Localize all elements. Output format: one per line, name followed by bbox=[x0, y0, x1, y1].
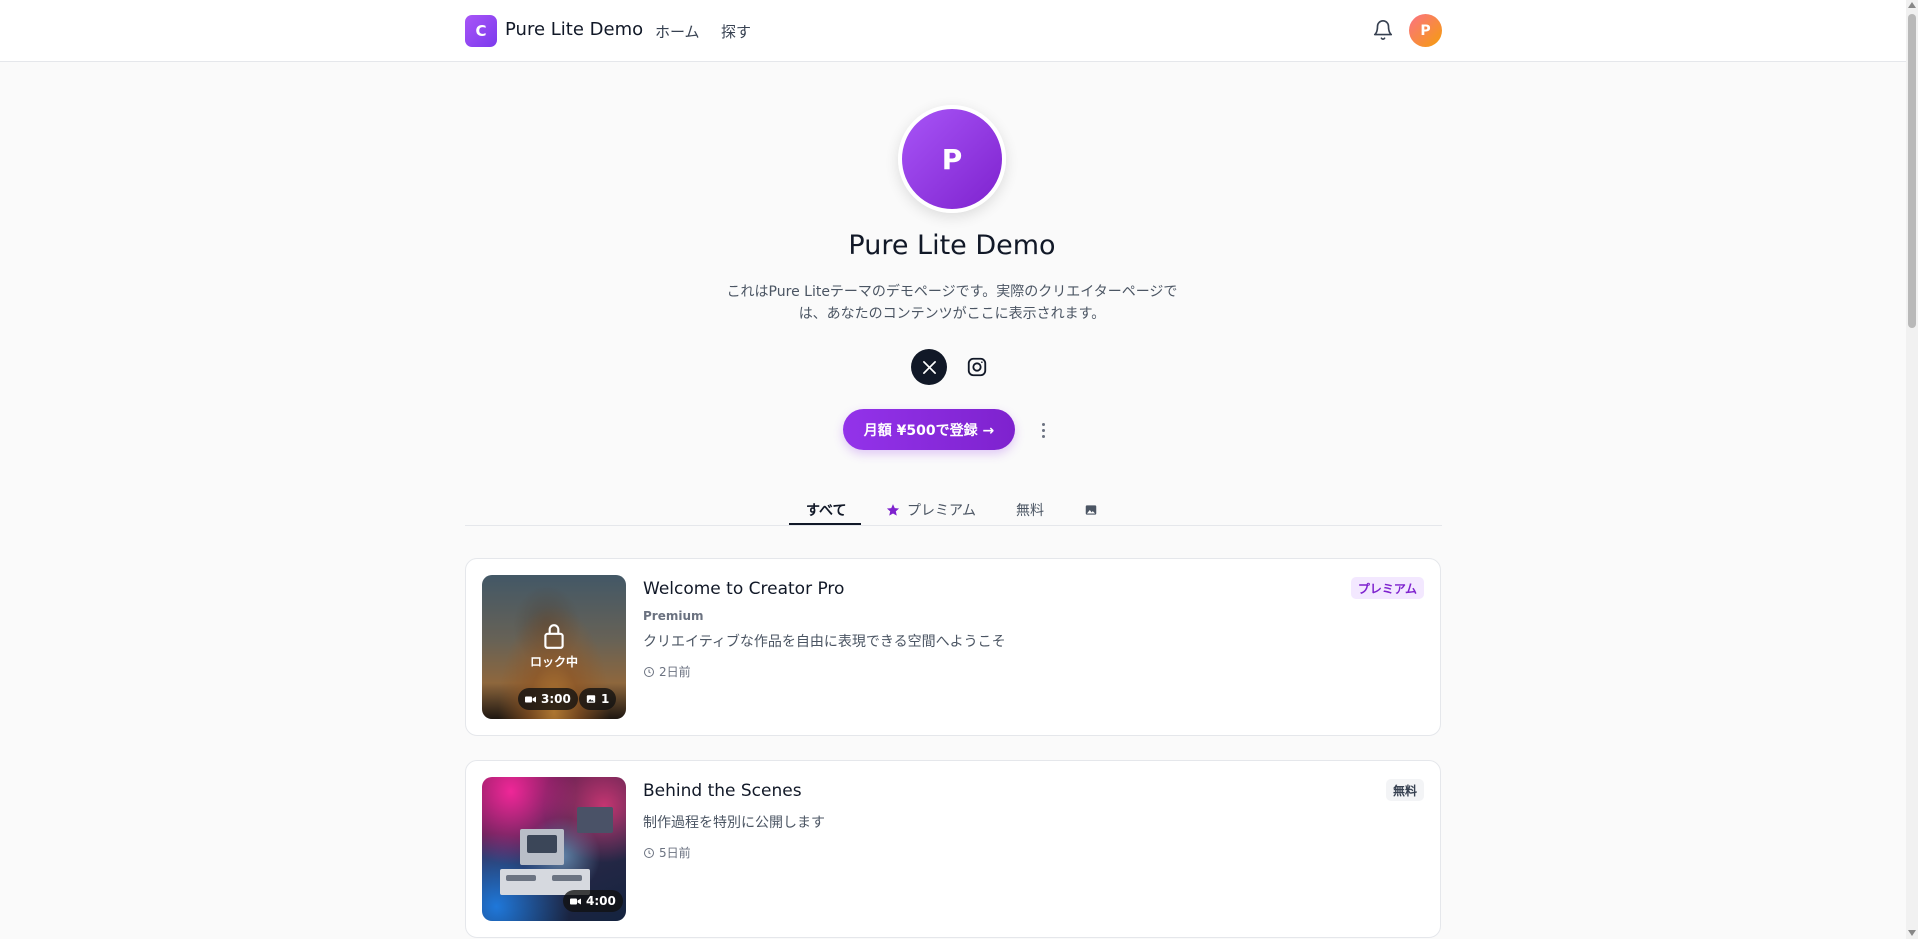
image-icon bbox=[1085, 505, 1097, 515]
post-thumbnail: ロック中 3:00 1 bbox=[482, 575, 626, 719]
tab-premium[interactable]: プレミアム bbox=[886, 495, 976, 525]
post-title[interactable]: Behind the Scenes bbox=[643, 781, 802, 801]
instagram-social-link[interactable] bbox=[959, 349, 995, 385]
x-social-link[interactable] bbox=[911, 349, 947, 385]
more-options-icon[interactable] bbox=[1036, 419, 1050, 441]
bell-icon[interactable] bbox=[1372, 19, 1394, 41]
logo-icon[interactable]: C bbox=[465, 15, 497, 47]
post-description: クリエイティブな作品を自由に表現できる空間へようこそ bbox=[643, 634, 1006, 650]
nav-explore-link[interactable]: 探す bbox=[721, 21, 751, 42]
tab-all[interactable]: すべて bbox=[806, 495, 846, 525]
scrollbar-thumb[interactable] bbox=[1908, 14, 1916, 328]
profile-avatar-initial: P bbox=[941, 142, 963, 176]
subscribe-button[interactable]: 月額 ¥500で登録 → bbox=[843, 409, 1015, 450]
image-icon bbox=[586, 695, 596, 703]
post-time: 5日前 bbox=[643, 844, 691, 861]
profile-description: これはPure Liteテーマのデモページです。実際のクリエイターページでは、あ… bbox=[726, 284, 1178, 322]
image-count-pill: 1 bbox=[579, 688, 617, 710]
video-duration: 4:00 bbox=[586, 894, 616, 908]
active-tab-indicator bbox=[789, 523, 861, 525]
post-card[interactable]: 4:00 Behind the Scenes 制作過程を特別に公開します 5日前… bbox=[465, 760, 1441, 938]
star-icon bbox=[886, 504, 900, 516]
site-title[interactable]: Pure Lite Demo bbox=[505, 19, 643, 40]
post-thumbnail: 4:00 bbox=[482, 777, 626, 921]
video-camera-icon bbox=[525, 696, 536, 702]
video-duration-pill: 3:00 bbox=[518, 688, 578, 710]
tab-all-label: すべて bbox=[806, 503, 847, 519]
clock-icon bbox=[644, 666, 654, 677]
instagram-icon bbox=[967, 357, 987, 377]
post-title[interactable]: Welcome to Creator Pro bbox=[643, 579, 844, 599]
post-time-label: 2日前 bbox=[659, 665, 691, 679]
profile-avatar: P bbox=[898, 105, 1006, 213]
top-navigation-bar: C Pure Lite Demo ホーム 探す P bbox=[0, 0, 1906, 62]
lock-label: ロック中 bbox=[529, 655, 578, 669]
post-subtitle: Premium bbox=[643, 609, 704, 623]
user-avatar[interactable]: P bbox=[1409, 14, 1442, 47]
premium-badge: プレミアム bbox=[1350, 577, 1424, 599]
video-camera-icon bbox=[570, 898, 581, 904]
free-badge: 無料 bbox=[1385, 779, 1424, 801]
profile-name: Pure Lite Demo bbox=[848, 230, 1056, 261]
clock-icon bbox=[644, 847, 654, 858]
video-duration-pill: 4:00 bbox=[563, 890, 623, 912]
scroll-down-arrow-icon[interactable] bbox=[1908, 930, 1916, 936]
tabs-divider bbox=[465, 525, 1442, 526]
lock-icon bbox=[544, 624, 564, 649]
video-duration: 3:00 bbox=[541, 692, 571, 706]
post-card[interactable]: ロック中 3:00 1 Welcome to Creator Pro Premi… bbox=[465, 558, 1441, 736]
nav-home-link[interactable]: ホーム bbox=[655, 21, 700, 42]
tab-premium-label: プレミアム bbox=[907, 503, 977, 519]
tab-free[interactable]: 無料 bbox=[1016, 495, 1044, 525]
image-count: 1 bbox=[601, 692, 610, 706]
lock-overlay: ロック中 bbox=[482, 622, 626, 670]
tab-free-label: 無料 bbox=[1016, 503, 1044, 519]
post-description: 制作過程を特別に公開します bbox=[643, 815, 825, 831]
post-time: 2日前 bbox=[643, 663, 691, 680]
logo-letter: C bbox=[475, 22, 487, 40]
scroll-up-arrow-icon[interactable] bbox=[1908, 2, 1916, 8]
user-avatar-initial: P bbox=[1420, 22, 1431, 39]
x-icon bbox=[922, 360, 936, 374]
post-time-label: 5日前 bbox=[659, 846, 691, 860]
tab-images[interactable] bbox=[1084, 495, 1098, 525]
